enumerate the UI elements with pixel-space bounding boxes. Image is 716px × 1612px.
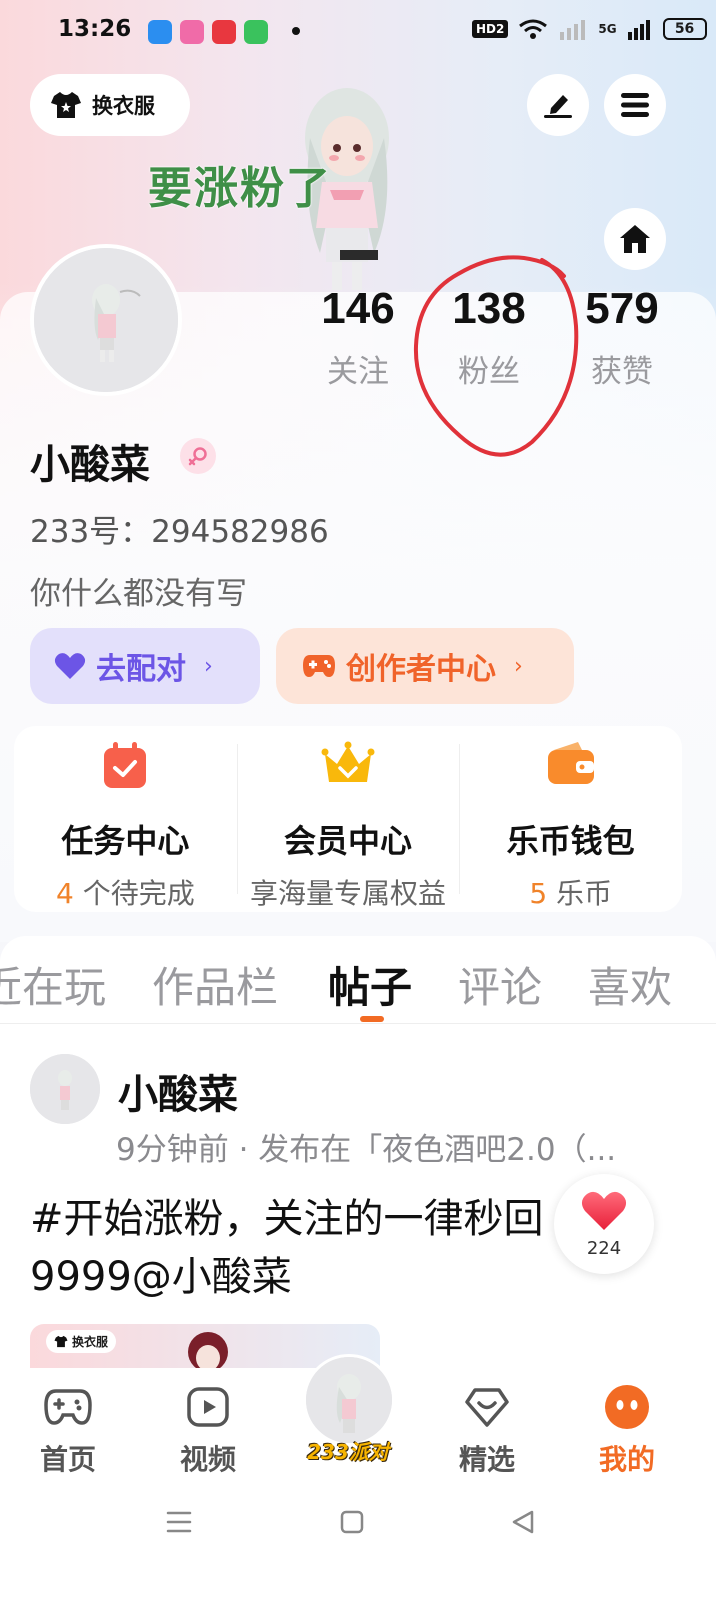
nav-video[interactable]: 视频 [158,1384,258,1478]
change-outfit-label: 换衣服 [92,94,155,118]
nav-home-label: 首页 [39,1443,96,1476]
calendar-check-icon [104,742,147,788]
like-button[interactable]: 224 [554,1174,654,1274]
status-app-icons [148,20,268,44]
house-icon [620,225,650,253]
status-bar: 13:26 HD2 5G 56 [0,0,716,64]
nav-party-button[interactable] [303,1354,395,1446]
app-icon [244,20,268,44]
user-id: 233号：294582986 [30,514,329,550]
chevron-right-icon: › [204,653,213,679]
vip-center-sub: 享海量专属权益 [250,877,447,910]
tshirt-icon [51,92,81,118]
creator-center-label: 创作者中心 [346,652,496,687]
diamond-heart-icon [465,1388,509,1427]
notification-dot [292,27,300,35]
menu-icon [621,93,649,117]
status-time: 13:26 [58,16,132,42]
task-center-title: 任务中心 [61,822,190,860]
task-center[interactable]: 任务中心 4 个待完成 [14,726,237,912]
change-outfit-button[interactable]: 换衣服 [30,74,190,136]
gamepad-icon [44,1389,92,1425]
match-button[interactable]: 去配对 › [30,628,260,704]
profile-username: 小酸菜 [30,442,150,488]
status-indicators: HD2 5G 56 [472,18,707,40]
avatar-image [30,1054,100,1124]
annotation-circle [413,255,579,457]
battery-indicator: 56 [662,18,707,40]
tab-recently-played[interactable]: 近在玩 [0,954,106,1015]
tab-likes[interactable]: 喜欢 [588,954,672,1015]
heart-icon [581,1191,627,1230]
profile-avatar[interactable] [30,244,182,396]
system-nav-bar [0,1488,716,1612]
app-icon [180,20,204,44]
vip-center-title: 会员中心 [284,822,413,860]
nav-home[interactable]: 首页 [18,1384,118,1478]
tab-posts[interactable]: 帖子 [328,954,412,1015]
post-author-name[interactable]: 小酸菜 [118,1062,238,1120]
nav-party-label: 233派对 [307,1440,389,1464]
recent-apps-icon[interactable] [166,1510,192,1534]
post-text: #开始涨粉，关注的一律秒回9999@小酸菜 [30,1196,544,1300]
nav-mine[interactable]: 我的 [577,1384,677,1478]
nav-featured-label: 精选 [458,1443,515,1476]
profile-face-icon [605,1385,649,1429]
active-tab-indicator [360,1016,384,1022]
vip-center[interactable]: 会员中心 享海量专属权益 [236,726,460,912]
app-icon [148,20,172,44]
creator-center-button[interactable]: 创作者中心 › [276,628,574,704]
coin-wallet[interactable]: 乐币钱包 5 乐币 [459,726,682,912]
tab-comments[interactable]: 评论 [458,954,542,1015]
coin-wallet-sub: 5 乐币 [529,877,613,910]
nav-featured[interactable]: 精选 [437,1384,537,1478]
thumb-character [188,1332,228,1368]
post-card[interactable]: 小酸菜 9分钟前 · 发布在「夜色酒吧2.0（... #开始涨粉，关注的一律秒回… [0,1024,716,1368]
hd-badge: HD2 [472,20,509,38]
crown-icon [321,741,375,782]
app-icon [212,20,236,44]
video-play-icon [187,1387,229,1427]
service-card: 任务中心 4 个待完成 会员中心 享海量专属权益 乐币钱包 5 乐币 [14,726,682,912]
chevron-right-icon: › [514,653,523,679]
network-type: 5G [598,22,617,36]
post-author-avatar[interactable] [30,1054,100,1124]
wallet-icon [547,742,594,784]
like-count: 224 [586,1238,622,1259]
avatar-image [34,248,178,392]
tshirt-icon [54,1335,68,1348]
task-center-sub: 4 个待完成 [55,877,195,910]
avatar-image [306,1357,392,1443]
nav-mine-label: 我的 [598,1443,655,1476]
gamepad-icon [303,655,335,677]
edit-profile-button[interactable] [527,74,589,136]
coin-wallet-title: 乐币钱包 [506,822,635,860]
profile-bio[interactable]: 你什么都没有写 [30,568,247,613]
thumb-outfit-chip: 换衣服 [46,1330,117,1353]
post-meta: 9分钟前 · 发布在「夜色酒吧2.0（... [116,1132,617,1168]
signal-icon [627,20,650,40]
home-square-icon[interactable] [340,1510,364,1534]
back-triangle-icon[interactable] [510,1510,536,1534]
tab-works[interactable]: 作品栏 [152,954,278,1015]
female-icon [180,438,216,474]
match-label: 去配对 [96,652,186,687]
nav-video-label: 视频 [179,1443,236,1476]
pencil-icon [544,95,572,118]
wifi-icon [519,19,548,39]
home-space-button[interactable] [604,208,666,270]
overlay-caption: 要涨粉了 [148,163,332,214]
profile-tabs: 近在玩 作品栏 帖子 评论 喜欢 [0,936,716,1024]
menu-button[interactable] [604,74,666,136]
heart-icon [54,653,86,679]
signal-weak-icon [560,20,586,40]
